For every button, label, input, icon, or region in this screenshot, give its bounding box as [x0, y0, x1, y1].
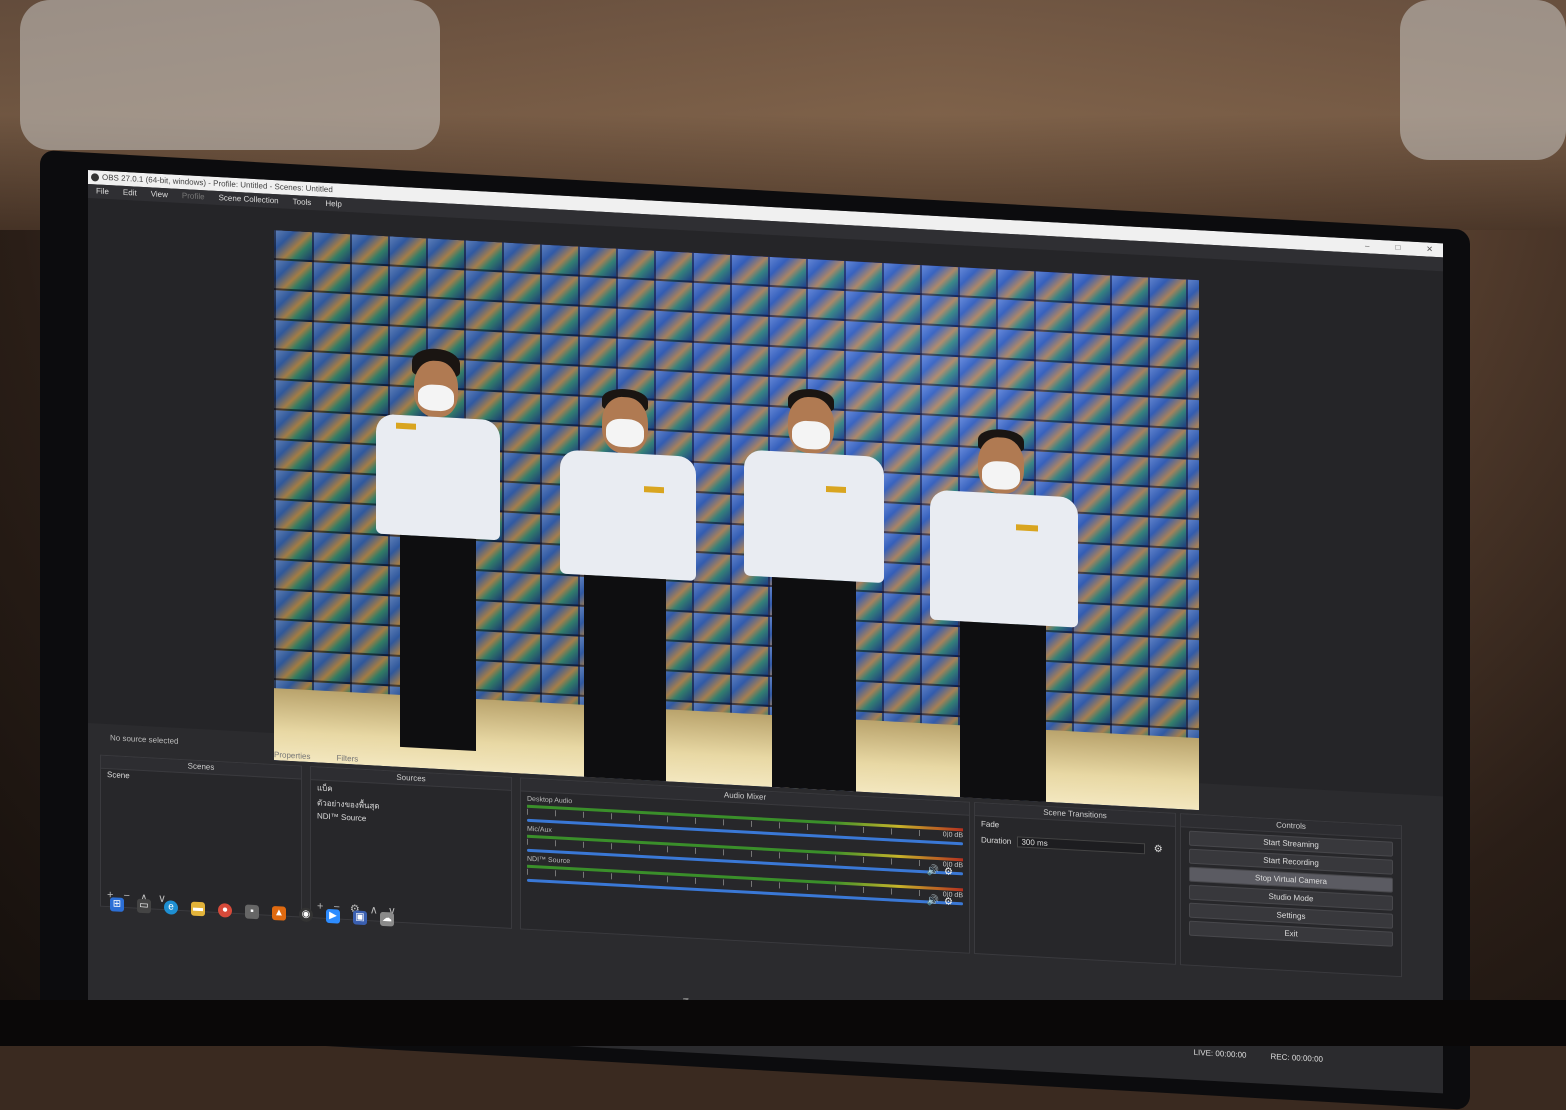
live-timer: LIVE: 00:00:00: [1193, 1047, 1247, 1060]
scene-transitions-dock: Scene Transitions Fade Duration 300 ms ⚙: [974, 801, 1176, 965]
task-view-icon[interactable]: ▭: [137, 898, 151, 914]
volume-db: 0.0 dB: [942, 831, 963, 840]
speaker-icon[interactable]: 🔊: [927, 865, 939, 877]
menu-file[interactable]: File: [96, 184, 109, 199]
menu-edit[interactable]: Edit: [123, 186, 137, 201]
cloud-icon[interactable]: ☁: [380, 911, 394, 927]
status-bar: LIVE: 00:00:00 REC: 00:00:00: [1194, 1048, 1323, 1064]
vlc-icon[interactable]: ▲: [272, 905, 286, 921]
duration-input[interactable]: 300 ms: [1017, 836, 1146, 855]
preview-area: [88, 198, 1443, 811]
gear-icon[interactable]: ⚙: [944, 896, 953, 907]
person-3: [740, 385, 890, 793]
menu-view[interactable]: View: [151, 187, 168, 202]
audio-mixer-dock: Audio Mixer Desktop Audio 0.0 dB Mic/Aux…: [520, 777, 970, 954]
app-icon[interactable]: ▪: [245, 904, 259, 920]
folder-icon[interactable]: ▬: [191, 901, 205, 917]
person-4: [924, 425, 1084, 811]
person-2: [554, 385, 704, 793]
menu-tools[interactable]: Tools: [293, 195, 312, 210]
close-button[interactable]: ✕: [1426, 242, 1433, 256]
duration-label: Duration: [981, 835, 1012, 847]
transition-gear-icon[interactable]: ⚙: [1154, 844, 1163, 855]
properties-button[interactable]: Properties: [274, 750, 310, 761]
gear-icon[interactable]: ⚙: [944, 866, 953, 877]
desk-cables: [0, 1000, 1566, 1046]
chrome-icon[interactable]: ●: [218, 903, 232, 918]
monitor-screen: OBS 27.0.1 (64-bit, windows) - Profile: …: [88, 170, 1443, 1094]
person-1: [366, 345, 516, 753]
blurred-foreground-shape-right: [1400, 0, 1566, 160]
obs-logo-icon: [91, 173, 99, 182]
obs-icon[interactable]: ◉: [299, 907, 313, 923]
rec-timer: REC: 00:00:00: [1270, 1052, 1323, 1064]
preview-canvas[interactable]: [274, 230, 1199, 811]
menu-help[interactable]: Help: [325, 197, 341, 212]
windows-icon[interactable]: ⊞: [110, 897, 124, 912]
video-icon[interactable]: ▣: [353, 910, 367, 926]
filters-button[interactable]: Filters: [336, 753, 358, 763]
menu-profile[interactable]: Profile: [182, 189, 205, 204]
edge-icon[interactable]: e: [164, 900, 178, 915]
speaker-icon[interactable]: 🔊: [927, 895, 939, 907]
minimize-button[interactable]: –: [1365, 239, 1369, 253]
maximize-button[interactable]: □: [1395, 241, 1400, 255]
blurred-foreground-shape: [20, 0, 440, 150]
zoom-icon[interactable]: ▶: [326, 908, 340, 924]
no-source-label: No source selected: [110, 733, 179, 746]
controls-dock: Controls Start Streaming Start Recording…: [1180, 813, 1402, 978]
